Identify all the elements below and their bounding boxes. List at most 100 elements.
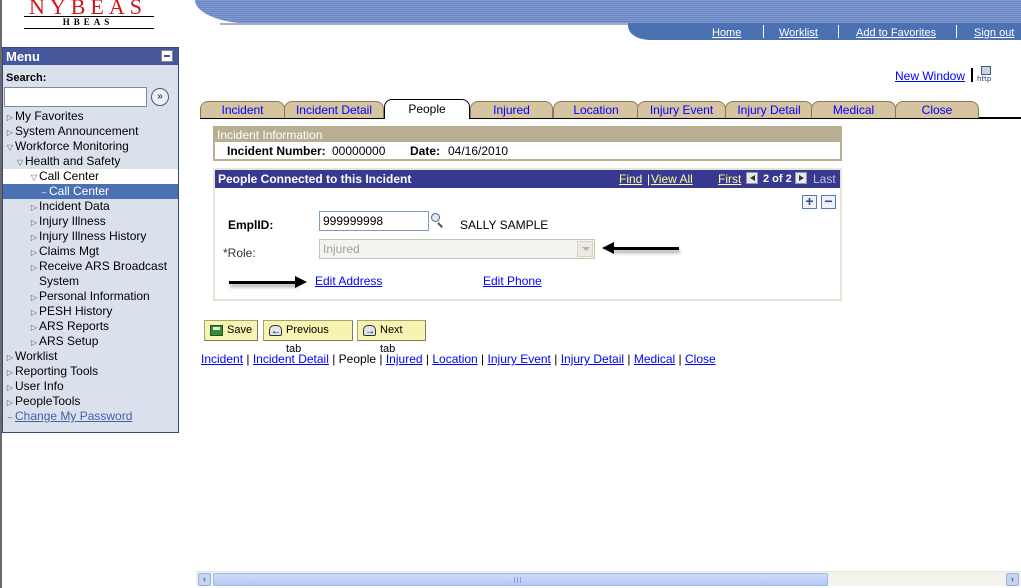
bottom-link-medical[interactable]: Medical bbox=[634, 352, 675, 366]
lookup-lens bbox=[431, 213, 440, 222]
menu-item-label: Change My Password bbox=[15, 409, 133, 423]
expand-triangle-icon: ▷ bbox=[30, 308, 38, 317]
menu-item[interactable]: ▷ ARS Setup bbox=[3, 334, 178, 349]
bottom-tab-links: Incident | Incident Detail | People | In… bbox=[201, 352, 716, 366]
menu-item[interactable]: ▷ Worklist bbox=[3, 349, 178, 364]
menu-item[interactable]: ▽ Health and Safety bbox=[3, 154, 178, 169]
link-separator: | bbox=[376, 352, 386, 366]
menu-item[interactable]: ▷ Personal Information bbox=[3, 289, 178, 304]
nav-home-link[interactable]: Home bbox=[712, 27, 741, 39]
add-row-button[interactable]: + bbox=[802, 194, 817, 209]
menu-item[interactable]: – Call Center bbox=[3, 184, 178, 199]
search-go-icon[interactable]: » bbox=[151, 88, 169, 106]
expand-triangle-icon: ▷ bbox=[30, 293, 38, 302]
tab-label: Injured bbox=[493, 103, 530, 117]
scroll-right-icon[interactable]: › bbox=[1006, 573, 1019, 586]
menu-item[interactable]: ▷ Incident Data bbox=[3, 199, 178, 214]
scroll-left-icon[interactable]: ‹ bbox=[198, 573, 211, 586]
previous-tab-label: Previous tab bbox=[286, 324, 329, 355]
edit-address-link[interactable]: Edit Address bbox=[315, 274, 382, 288]
previous-row-icon[interactable] bbox=[746, 172, 758, 184]
lookup-icon[interactable] bbox=[430, 213, 444, 228]
menu-item[interactable]: ▷ Injury Illness History bbox=[3, 229, 178, 244]
dropdown-arrow-icon bbox=[577, 241, 593, 257]
menu-item[interactable]: ▷ PESH History bbox=[3, 304, 178, 319]
menu-item[interactable]: – Change My Password bbox=[3, 409, 178, 424]
menu-item[interactable]: ▽ Workforce Monitoring bbox=[3, 139, 178, 154]
incident-number-value: 00000000 bbox=[332, 144, 386, 158]
bottom-link-injury-event[interactable]: Injury Event bbox=[488, 352, 551, 366]
http-link-icon[interactable]: http bbox=[977, 66, 995, 83]
bottom-link-people: People bbox=[338, 352, 377, 366]
previous-tab-icon bbox=[269, 322, 282, 341]
menu-item[interactable]: ▷ User Info bbox=[3, 379, 178, 394]
tab-people[interactable]: People bbox=[384, 99, 470, 119]
previous-tab-button[interactable]: Previous tab bbox=[263, 320, 353, 355]
tab-injury-event[interactable]: Injury Event bbox=[637, 101, 726, 118]
find-link[interactable]: Find bbox=[619, 170, 642, 188]
nav-add-to-favorites-link[interactable]: Add to Favorites bbox=[856, 27, 936, 39]
nav-sign-out-link[interactable]: Sign out bbox=[974, 27, 1014, 39]
tab-injured[interactable]: Injured bbox=[470, 101, 553, 118]
annotation-arrow-right-icon bbox=[229, 276, 307, 288]
menu-item-label: ARS Setup bbox=[39, 334, 99, 348]
tab-incident-detail[interactable]: Incident Detail bbox=[284, 101, 384, 118]
collapse-triangle-icon: ▽ bbox=[30, 173, 38, 182]
bottom-link-injury-detail[interactable]: Injury Detail bbox=[561, 352, 624, 366]
last-link: Last bbox=[813, 172, 836, 186]
tab-close[interactable]: Close bbox=[895, 101, 979, 118]
menu-item[interactable]: ▷ PeopleTools bbox=[3, 394, 178, 409]
edit-phone-link[interactable]: Edit Phone bbox=[483, 274, 542, 288]
menu-item[interactable]: ▷ Receive ARS Broadcast System bbox=[3, 259, 178, 289]
next-tab-icon bbox=[363, 322, 376, 341]
tab-incident[interactable]: Incident bbox=[200, 101, 285, 118]
expand-triangle-icon: ▷ bbox=[6, 353, 14, 362]
tab-label: People bbox=[408, 102, 446, 116]
tab-injury-detail[interactable]: Injury Detail bbox=[725, 101, 813, 118]
menu-search-input[interactable] bbox=[4, 87, 147, 107]
bottom-link-incident[interactable]: Incident bbox=[201, 352, 243, 366]
menu-item[interactable]: ▷ My Favorites bbox=[3, 109, 178, 124]
first-link[interactable]: First bbox=[718, 170, 741, 188]
menu-item[interactable]: ▷ Injury Illness bbox=[3, 214, 178, 229]
scrollbar-thumb[interactable] bbox=[213, 573, 828, 586]
nav-worklist-link[interactable]: Worklist bbox=[779, 27, 818, 39]
bottom-link-injured[interactable]: Injured bbox=[386, 352, 423, 366]
page-icon bbox=[981, 66, 991, 75]
bottom-link-incident-detail[interactable]: Incident Detail bbox=[253, 352, 329, 366]
lookup-handle bbox=[437, 222, 443, 228]
next-tab-button[interactable]: Next tab bbox=[357, 320, 426, 355]
bottom-link-location[interactable]: Location bbox=[432, 352, 477, 366]
menu-item-label: PeopleTools bbox=[15, 394, 81, 408]
save-button[interactable]: Save bbox=[204, 320, 258, 341]
tab-location[interactable]: Location bbox=[553, 101, 639, 118]
menu-item[interactable]: ▷ Claims Mgt bbox=[3, 244, 178, 259]
next-row-icon[interactable] bbox=[795, 172, 807, 184]
menu-item[interactable]: ▽ Call Center bbox=[3, 169, 178, 184]
menu-item[interactable]: ▷ Reporting Tools bbox=[3, 364, 178, 379]
annotation-arrow-left-icon bbox=[602, 242, 679, 254]
new-window-link[interactable]: New Window bbox=[895, 69, 965, 83]
menu-item-label: Call Center bbox=[39, 169, 100, 183]
menu-item[interactable]: ▷ ARS Reports bbox=[3, 319, 178, 334]
menu-item-label: Call Center bbox=[49, 184, 110, 198]
tab-medical[interactable]: Medical bbox=[811, 101, 896, 118]
menu-item-label: Receive ARS Broadcast System bbox=[39, 259, 168, 288]
save-label: Save bbox=[227, 324, 253, 336]
menu-item-label: Injury Illness History bbox=[39, 229, 147, 243]
row-count: 2 of 2 bbox=[763, 173, 792, 185]
menu-collapse-icon[interactable] bbox=[161, 50, 173, 62]
logo-main-text: NYBEAS bbox=[28, 0, 147, 19]
link-separator: | bbox=[422, 352, 433, 366]
menu-item[interactable]: ▷ System Announcement bbox=[3, 124, 178, 139]
emplid-input[interactable]: 999999998 bbox=[319, 211, 429, 231]
collapse-triangle-icon: ▽ bbox=[16, 158, 24, 167]
delete-row-button[interactable]: − bbox=[821, 194, 836, 209]
view-all-link[interactable]: View All bbox=[651, 170, 693, 188]
bottom-link-close[interactable]: Close bbox=[685, 352, 716, 366]
tab-label: Incident bbox=[221, 103, 264, 117]
tab-label: Medical bbox=[832, 103, 875, 117]
emplid-label: EmplID: bbox=[228, 218, 274, 232]
horizontal-scrollbar[interactable]: ‹ › bbox=[196, 571, 1021, 586]
employee-name: SALLY SAMPLE bbox=[460, 218, 549, 232]
